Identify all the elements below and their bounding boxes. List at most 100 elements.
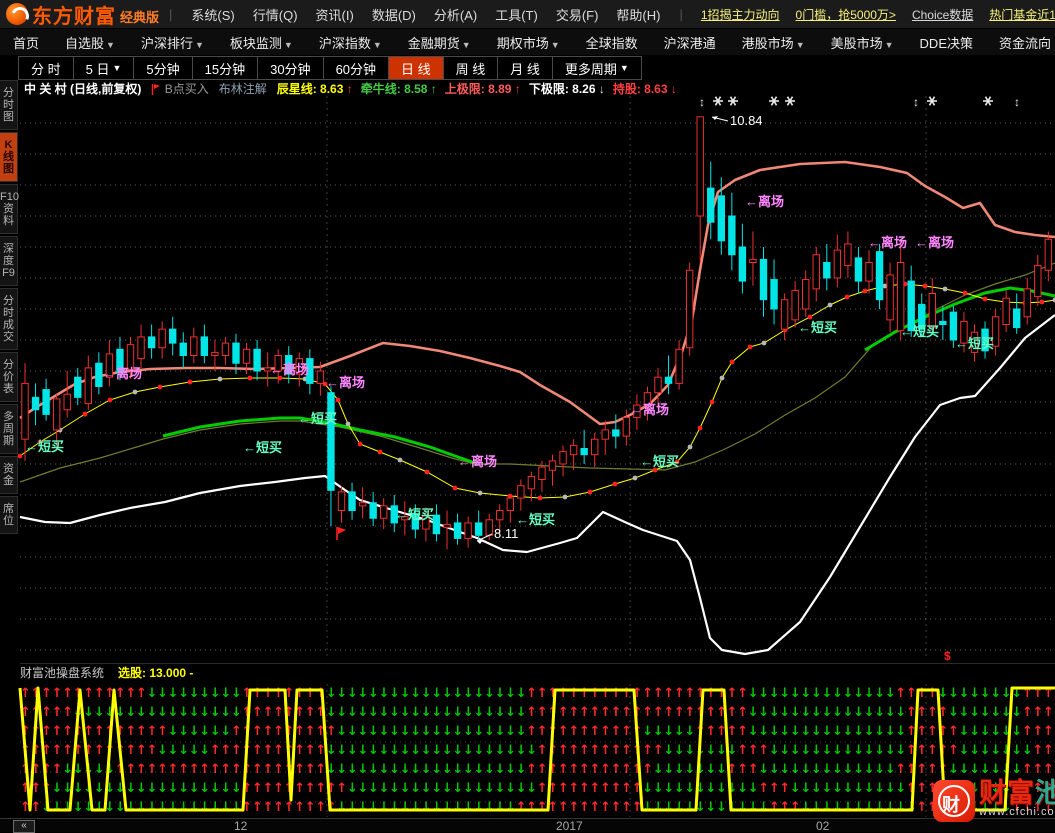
candle-body (506, 497, 515, 512)
candle-body (844, 243, 852, 267)
updown-marker-icon: ↕ (913, 95, 919, 109)
candle-body (548, 460, 557, 471)
candle-body (21, 382, 29, 440)
buy-annotation: ←短买 (798, 320, 837, 335)
yellow-ma-dot (922, 283, 928, 289)
yellow-ma-dot (477, 490, 483, 496)
cfchi-text: 财富池 www.cfchi.com (979, 780, 1055, 819)
candle-body (696, 116, 704, 217)
candle-body (327, 392, 335, 491)
candle-body (63, 393, 71, 411)
yellow-ma-dot (424, 469, 430, 475)
yellow-ma-dot (719, 375, 725, 381)
yellow-ma-dot (697, 425, 703, 431)
candle-body (780, 299, 789, 330)
candle-body (432, 514, 441, 535)
buy-annotation: ←短买 (640, 454, 679, 469)
yellow-ma-dot (397, 457, 403, 463)
exit-annotation: ←离场 (915, 235, 954, 250)
buy-annotation: ←短买 (900, 324, 939, 339)
candle-body (1044, 238, 1053, 271)
yellow-ma-dot (687, 444, 693, 450)
candle-body (232, 342, 240, 364)
high-price-label: 10.84 (730, 113, 763, 128)
candle-body (485, 519, 493, 536)
candle-body (527, 475, 536, 490)
candle-body (823, 262, 831, 279)
yellow-ma-dot (612, 481, 618, 487)
candle-body (591, 438, 599, 456)
exit-annotation: ←离场 (326, 375, 365, 390)
buy-annotation: ←短买 (243, 440, 282, 455)
candle-body (337, 491, 346, 511)
candle-body (728, 215, 736, 256)
candle-body (179, 342, 187, 357)
candle-body (749, 258, 757, 263)
candle-body (517, 485, 525, 499)
yellow-ma-dot (537, 495, 543, 501)
candle-body (707, 187, 715, 223)
candle-body (242, 348, 251, 364)
yellow-ma-dot (709, 399, 715, 405)
candle-body (939, 320, 947, 325)
candle-body (770, 279, 778, 310)
candle-body (1002, 297, 1010, 325)
candle-body (886, 274, 894, 321)
yellow-ma-dot (761, 340, 767, 346)
candle-body (854, 257, 863, 282)
candle-body (74, 376, 82, 398)
yellow-ma-dot (562, 494, 568, 500)
yellow-ma-dot (17, 453, 23, 459)
candle-body (221, 342, 230, 357)
signal-line (18, 686, 1055, 812)
kline-chart[interactable]: ←离场 ←离场 ←离场 ←离场 ←离场 ←离场 ←离场 ←离场 ←短买 ←短买 ←短买 ←短买 ←短买 ←… (0, 0, 1055, 831)
yellow-ma-dot (1039, 299, 1045, 305)
yellow-ma-dot (132, 389, 138, 395)
candle-body (31, 396, 40, 411)
candle-body (791, 289, 799, 321)
yellow-ma-dot (862, 288, 868, 294)
candle-body (464, 522, 472, 539)
updown-marker-icon: ↕ (1014, 95, 1020, 109)
cfchi-url: www.cfchi.com (979, 806, 1055, 818)
cfchi-logo-icon: 财 (933, 780, 975, 822)
yellow-ma-dot (217, 376, 223, 382)
yellow-ma-dot (962, 290, 968, 296)
exit-annotation: ←离场 (458, 454, 497, 469)
yellow-ma-dot (247, 375, 253, 381)
candle-body (200, 336, 209, 356)
candle-body (1013, 308, 1021, 329)
buy-annotation: ←短买 (955, 336, 994, 351)
candle-body (316, 370, 325, 384)
yellow-ma-dot (632, 475, 638, 481)
buy-annotation: ←短买 (298, 411, 337, 426)
candle-body (443, 523, 451, 529)
candle-body (612, 429, 620, 437)
yellow-ma-dot (377, 449, 383, 455)
yellow-ma-dot (452, 485, 458, 491)
cfchi-watermark: 财 财富池 www.cfchi.com (933, 780, 1055, 822)
buy-annotation: ←短买 (25, 439, 64, 454)
candle-body (253, 348, 261, 372)
yellow-ma-dot (357, 441, 363, 447)
candle-body (664, 376, 673, 384)
candle-body (928, 293, 936, 329)
yellow-ma-dot (807, 314, 813, 320)
candle-body (896, 262, 905, 332)
candle-body (622, 417, 631, 437)
candle-body (1034, 265, 1042, 298)
candle-body (601, 429, 609, 440)
yellow-ma-dot (157, 384, 163, 390)
candle-body (369, 502, 377, 519)
candle-body (802, 279, 810, 310)
dollar-marker: $ (944, 649, 951, 663)
yellow-ma-dot (107, 397, 113, 403)
exit-annotation: ←离场 (630, 402, 669, 417)
buy-annotation: ←短买 (516, 512, 555, 527)
buy-annotation: ←短买 (395, 507, 434, 522)
yellow-ma-dot (187, 379, 193, 385)
low-price-label: 8.11 (494, 526, 518, 541)
candle-body (654, 376, 662, 394)
candle-body (580, 448, 588, 456)
candle-body (137, 336, 145, 360)
